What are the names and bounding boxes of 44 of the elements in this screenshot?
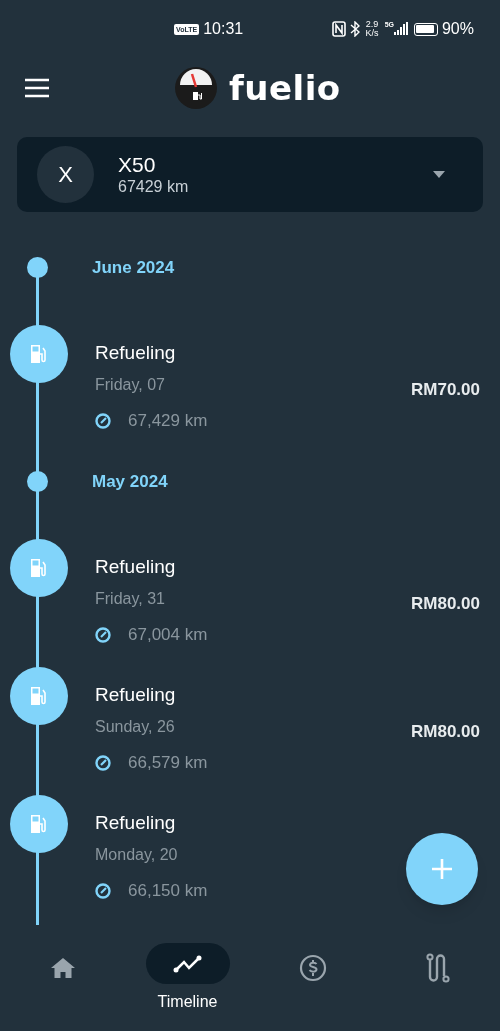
entry-title[interactable]: Refueling xyxy=(95,555,411,579)
vehicle-avatar: X xyxy=(37,146,94,203)
month-heading: May 2024 xyxy=(92,471,168,492)
month-heading: June 2024 xyxy=(92,257,175,278)
nav-tab[interactable] xyxy=(145,943,230,984)
trend-line-icon xyxy=(172,953,203,974)
entry-title[interactable]: Refueling xyxy=(95,341,411,365)
dropdown-caret-icon xyxy=(433,171,445,178)
speedometer-icon xyxy=(95,883,111,899)
entry-date: Friday, 31 xyxy=(95,589,166,609)
speed-unit: K/s xyxy=(365,29,379,38)
bluetooth-icon xyxy=(349,21,360,37)
speed-value: 2.9 xyxy=(365,20,379,29)
entry-date: Sunday, 26 xyxy=(95,717,176,737)
entry-date: Monday, 20 xyxy=(95,845,179,865)
entry-odometer: 67,004 km xyxy=(128,625,208,645)
menu-icon[interactable] xyxy=(24,78,50,98)
signal-icon xyxy=(393,22,408,36)
entry-odometer: 66,579 km xyxy=(128,753,208,773)
home-icon xyxy=(49,955,76,980)
route-icon xyxy=(425,952,450,983)
battery-icon xyxy=(413,22,438,36)
speedometer-icon xyxy=(95,627,111,643)
entry-date: Friday, 07 xyxy=(95,375,166,395)
battery-percent: 90% xyxy=(441,19,474,39)
speedometer-icon xyxy=(95,413,111,429)
entry-odometer: 67,429 km xyxy=(128,411,208,431)
nfc-icon xyxy=(331,21,346,37)
entry-title[interactable]: Refueling xyxy=(95,811,500,835)
vehicle-name: X50 xyxy=(118,152,157,177)
entry-title[interactable]: Refueling xyxy=(95,683,411,707)
speedometer-icon xyxy=(95,755,111,771)
nav-label: Timeline xyxy=(157,992,218,1012)
vehicle-selector[interactable]: X X50 67429 km xyxy=(17,137,483,212)
dollar-circle-icon xyxy=(298,953,327,982)
entry-price: RM80.00 xyxy=(411,593,480,615)
entry-odometer: 66,150 km xyxy=(128,881,208,901)
fuel-gauge-logo-icon xyxy=(175,67,217,109)
vehicle-odometer: 67429 km xyxy=(118,177,190,197)
entry-price: RM80.00 xyxy=(411,721,480,743)
clock-time: 10:31 xyxy=(203,19,244,39)
entry-price: RM70.00 xyxy=(411,379,480,401)
app-title: fuelio xyxy=(229,71,341,105)
plus-icon xyxy=(432,859,452,879)
